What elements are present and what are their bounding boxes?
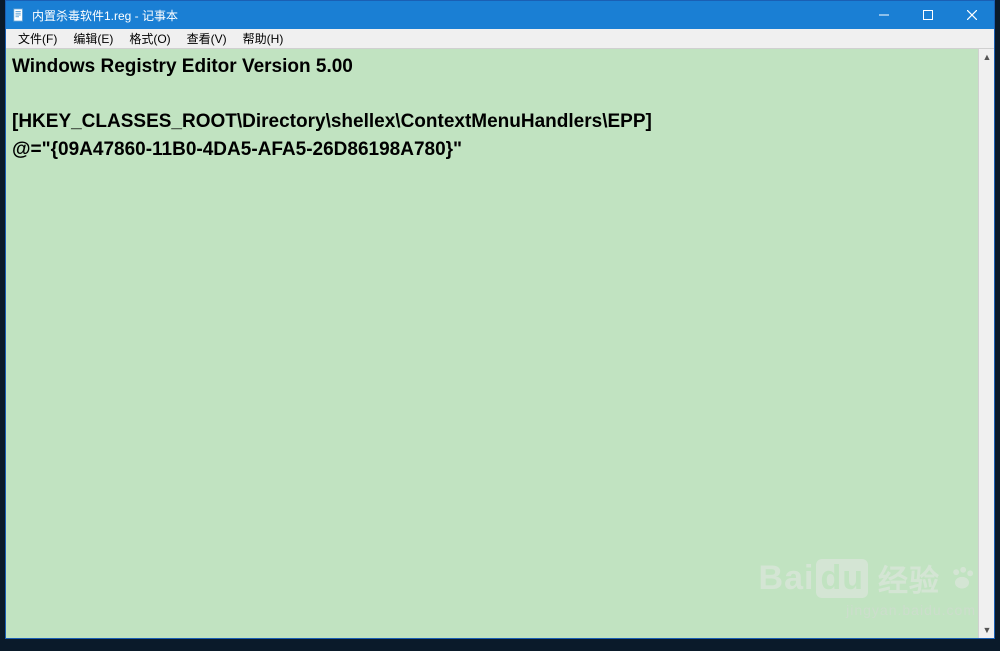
menu-help[interactable]: 帮助(H): [235, 28, 292, 49]
vertical-scrollbar[interactable]: ▲ ▼: [978, 49, 994, 638]
notepad-icon: [12, 8, 26, 22]
menu-format[interactable]: 格式(O): [121, 28, 178, 49]
menu-edit[interactable]: 编辑(E): [65, 28, 121, 49]
menubar: 文件(F) 编辑(E) 格式(O) 查看(V) 帮助(H): [6, 29, 994, 49]
window-title: 内置杀毒软件1.reg - 记事本: [32, 7, 862, 24]
minimize-button[interactable]: [862, 1, 906, 29]
menu-view[interactable]: 查看(V): [179, 28, 235, 49]
close-button[interactable]: [950, 1, 994, 29]
window-controls: [862, 1, 994, 29]
text-editor[interactable]: Windows Registry Editor Version 5.00 [HK…: [12, 53, 988, 634]
scroll-down-arrow[interactable]: ▼: [979, 622, 994, 638]
maximize-button[interactable]: [906, 1, 950, 29]
scroll-up-arrow[interactable]: ▲: [979, 49, 994, 65]
menu-file[interactable]: 文件(F): [10, 28, 65, 49]
titlebar[interactable]: 内置杀毒软件1.reg - 记事本: [6, 1, 994, 29]
notepad-window: 内置杀毒软件1.reg - 记事本 文件(F) 编辑(E) 格式(O) 查看(V…: [5, 0, 995, 639]
editor-area: Windows Registry Editor Version 5.00 [HK…: [6, 49, 994, 638]
